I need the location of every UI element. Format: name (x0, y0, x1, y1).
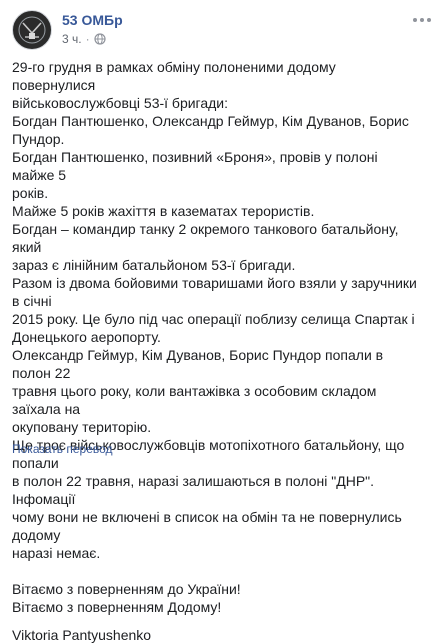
post-line: років. (12, 185, 49, 201)
post-line: Донецького аеропорту. (12, 329, 161, 345)
post-line: окуповану територію. (12, 419, 152, 435)
post-line: Майже 5 років жахіття в казематах терори… (12, 203, 315, 219)
post-line: в полон 22 травня, наразі залишаються в … (12, 473, 375, 507)
post-line: наразі немає. (12, 545, 101, 561)
post-timestamp[interactable]: 3 ч. (62, 32, 82, 46)
post-signature: Viktoria Pantyushenko (12, 627, 152, 643)
globe-icon[interactable] (93, 33, 106, 45)
facebook-post: 53 ОМБр 3 ч. · 29-го грудня в рамках обм… (0, 0, 444, 643)
greeting-ukraine-text: Вітаємо з поверненням до України! (12, 581, 241, 597)
post-line: чому вони не включені в список на обмін … (12, 509, 402, 543)
post-line: 2015 року. Це було під час операції побл… (12, 311, 415, 327)
post-line: Пундор. (12, 131, 65, 147)
brigade-emblem-icon (14, 12, 50, 48)
post-line: зараз є лінійним батальйоном 53-ї бригад… (12, 257, 296, 273)
post-line: Богдан Пантюшенко, позивний «Броня», про… (12, 149, 378, 183)
greeting-home-line: Вітаємо з поверненням Додому! (12, 599, 222, 615)
post-line: 29-го грудня в рамках обміну полоненими … (12, 59, 336, 93)
more-options-icon[interactable] (410, 12, 434, 28)
post-meta: 3 ч. · (62, 32, 106, 46)
greeting-ukraine-line (12, 562, 422, 580)
page-name-link[interactable]: 53 ОМБр (62, 12, 123, 28)
post-body: 29-го грудня в рамках обміну полоненими … (12, 58, 422, 644)
show-translation-link[interactable]: Показать перевод (12, 442, 113, 456)
page-avatar[interactable] (12, 10, 52, 50)
post-line: Разом із двома бойовими товаришами його … (12, 275, 417, 309)
ukraine-flag-icon (12, 566, 28, 577)
post-line: військовослужбовці 53-ї бригади: (12, 95, 229, 111)
post-line: Олександр Геймур, Кім Дуванов, Борис Пун… (12, 347, 384, 381)
meta-separator: · (85, 32, 90, 46)
post-line: травня цього року, коли вантажівка з осо… (12, 383, 377, 417)
post-line: Богдан – командир танку 2 окремого танко… (12, 221, 399, 255)
post-line: Богдан Пантюшенко, Олександр Геймур, Кім… (12, 113, 409, 129)
